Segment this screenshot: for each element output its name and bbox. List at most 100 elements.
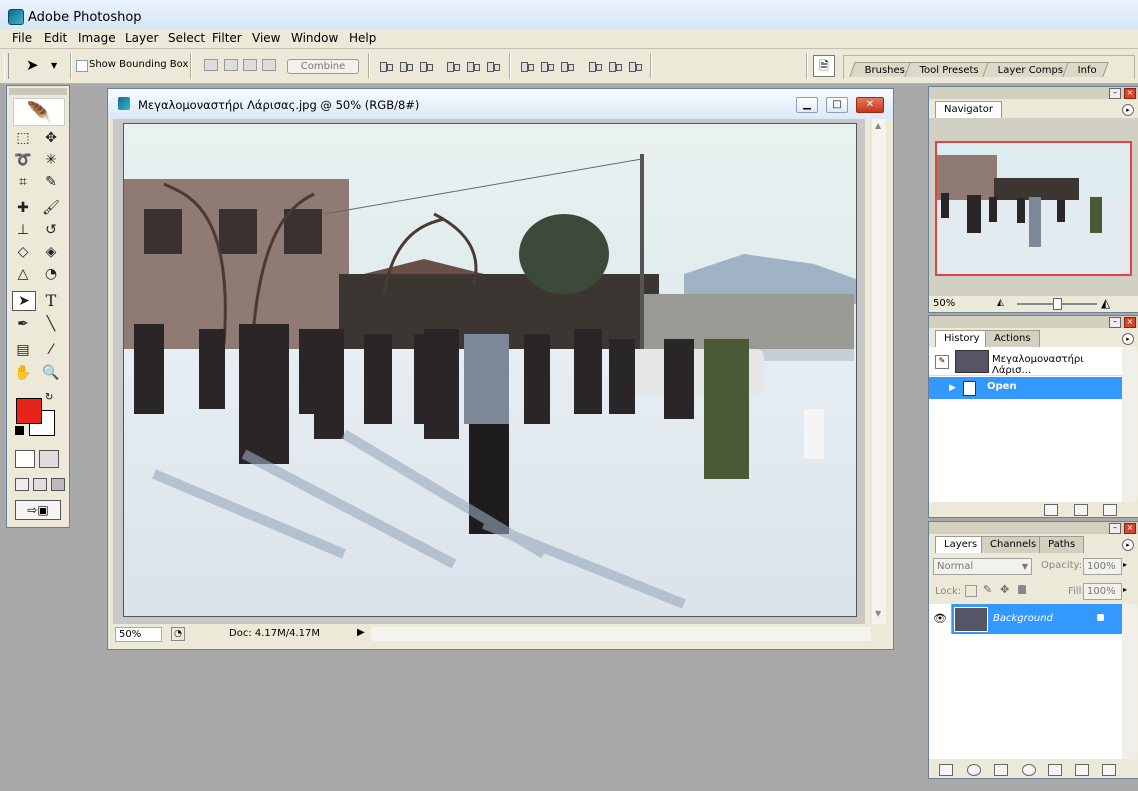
menu-window[interactable]: Window (287, 31, 342, 45)
layer-style-icon[interactable] (967, 764, 981, 776)
line-tool-icon[interactable]: ╲ (39, 314, 63, 334)
default-colors-icon[interactable] (15, 426, 24, 435)
distribute-bottom-icon[interactable] (560, 60, 574, 72)
jump-to-imageready-icon[interactable]: ⇨▣ (15, 500, 61, 520)
distribute-right-icon[interactable] (628, 60, 642, 72)
distribute-top-icon[interactable] (520, 60, 534, 72)
healing-brush-tool-icon[interactable]: ✚ (11, 198, 35, 218)
show-bounding-box-checkbox[interactable] (76, 60, 88, 72)
zoom-out-icon[interactable]: ◭ (997, 298, 1004, 308)
align-vertical-centers-icon[interactable] (399, 60, 413, 72)
lock-position-icon[interactable]: ✥ (1000, 583, 1009, 596)
palette-grip[interactable] (929, 316, 1138, 328)
canvas-area[interactable] (113, 119, 865, 624)
tools-grip[interactable] (9, 88, 67, 95)
distribute-vertical-centers-icon[interactable] (540, 60, 554, 72)
shape-intersect-icon[interactable] (243, 59, 257, 71)
zoom-in-icon[interactable]: ◭ (1101, 296, 1110, 310)
chevron-down-icon[interactable]: ▼ (51, 61, 57, 70)
path-selection-tool-icon[interactable]: ➤ (12, 291, 36, 311)
move-tool-preset-icon[interactable]: ➤ (26, 56, 39, 74)
menu-select[interactable]: Select (164, 31, 209, 45)
options-grip[interactable] (4, 53, 9, 79)
palette-minimize-button[interactable]: – (1109, 88, 1121, 99)
tab-layer-comps[interactable]: Layer Comps (982, 62, 1076, 77)
palette-minimize-button[interactable]: – (1109, 523, 1121, 534)
paint-bucket-tool-icon[interactable]: ◈ (39, 242, 63, 262)
palette-close-button[interactable]: × (1124, 88, 1136, 99)
layer-row[interactable]: 👁 Background (929, 604, 1122, 634)
tab-history[interactable]: History (935, 330, 989, 347)
blend-mode-select[interactable]: Normal ▼ (933, 558, 1032, 575)
tab-actions[interactable]: Actions (985, 330, 1040, 347)
marquee-tool-icon[interactable]: ⬚ (11, 128, 35, 148)
distribute-left-icon[interactable] (588, 60, 602, 72)
zoom-tool-icon[interactable]: 🔍 (39, 363, 63, 383)
new-layer-icon[interactable] (1075, 764, 1089, 776)
opacity-field[interactable]: 100% (1083, 558, 1122, 575)
foreground-color-swatch[interactable] (16, 398, 42, 424)
quick-mask-mode-icon[interactable] (39, 450, 59, 468)
tab-info[interactable]: Info (1062, 62, 1109, 77)
vertical-scrollbar[interactable]: ▲ ▼ (872, 119, 886, 624)
history-state[interactable]: ▶ Open (929, 377, 1122, 399)
magic-wand-tool-icon[interactable]: ✳ (39, 150, 63, 170)
status-preview-icon[interactable]: ◔ (171, 627, 185, 641)
new-group-folder-icon[interactable] (1048, 764, 1062, 776)
brush-tool-icon[interactable]: 🖌 (39, 198, 63, 218)
document-title-bar[interactable]: Μεγαλομοναστήρι Λάρισας.jpg @ 50% (RGB/8… (108, 89, 893, 119)
palette-close-button[interactable]: × (1124, 523, 1136, 534)
new-document-from-state-icon[interactable] (1044, 504, 1058, 516)
menu-image[interactable]: Image (74, 31, 120, 45)
horizontal-scrollbar[interactable] (371, 627, 871, 641)
distribute-horizontal-centers-icon[interactable] (608, 60, 622, 72)
crop-tool-icon[interactable]: ⌗ (11, 172, 35, 192)
lock-pixels-icon[interactable]: ✎ (983, 583, 992, 596)
history-state-marker-icon[interactable]: ▶ (949, 383, 956, 393)
palette-grip[interactable] (929, 87, 1138, 99)
trash-icon[interactable] (1102, 764, 1116, 776)
notes-tool-icon[interactable]: ▤ (11, 340, 35, 360)
navigator-view-box[interactable] (935, 141, 1132, 276)
pen-tool-icon[interactable]: ✒ (11, 314, 35, 334)
history-brush-tool-icon[interactable]: ↺ (39, 220, 63, 240)
scroll-down-icon[interactable]: ▼ (875, 609, 881, 618)
tab-navigator[interactable]: Navigator (935, 101, 1002, 118)
navigator-preview-area[interactable] (929, 118, 1138, 296)
eye-visibility-icon[interactable]: 👁 (929, 604, 952, 634)
feather-logo-icon[interactable]: 🪶 (13, 98, 65, 126)
layers-scrollbar[interactable] (1122, 604, 1137, 759)
lasso-tool-icon[interactable]: ➰ (11, 150, 35, 170)
menu-filter[interactable]: Filter (208, 31, 246, 45)
slice-tool-icon[interactable]: ✎ (39, 172, 63, 192)
menu-edit[interactable]: Edit (40, 31, 71, 45)
close-button[interactable]: ✕ (856, 97, 884, 113)
dodge-tool-icon[interactable]: ◔ (39, 264, 63, 284)
screen-mode-menu-icon[interactable] (33, 478, 47, 491)
palette-close-button[interactable]: × (1124, 317, 1136, 328)
screen-mode-full-icon[interactable] (51, 478, 65, 491)
fill-field[interactable]: 100% (1083, 583, 1122, 600)
camera-snapshot-icon[interactable] (1074, 504, 1088, 516)
scroll-up-icon[interactable]: ▲ (875, 121, 881, 130)
palette-menu-icon[interactable]: ▸ (1122, 104, 1134, 116)
opacity-arrow-icon[interactable]: ▸ (1123, 560, 1127, 569)
navigator-zoom-slider[interactable] (1017, 298, 1097, 310)
navigator-zoom-field[interactable]: 50% (933, 298, 975, 309)
zoom-slider-thumb[interactable] (1053, 298, 1062, 310)
lock-all-icon[interactable] (1018, 585, 1026, 594)
menu-view[interactable]: View (248, 31, 284, 45)
zoom-field[interactable]: 50% (115, 627, 162, 642)
link-icon[interactable] (939, 764, 953, 776)
blur-tool-icon[interactable]: △ (11, 264, 35, 284)
shape-exclude-icon[interactable] (262, 59, 276, 71)
fill-arrow-icon[interactable]: ▸ (1123, 585, 1127, 594)
menu-help[interactable]: Help (345, 31, 380, 45)
layer-mask-icon[interactable] (994, 764, 1008, 776)
document-photo[interactable] (123, 123, 857, 617)
palette-menu-icon[interactable]: ▸ (1122, 333, 1134, 345)
trash-icon[interactable] (1103, 504, 1117, 516)
align-bottom-icon[interactable] (419, 60, 433, 72)
maximize-button[interactable]: □ (826, 97, 848, 113)
align-top-icon[interactable] (379, 60, 393, 72)
